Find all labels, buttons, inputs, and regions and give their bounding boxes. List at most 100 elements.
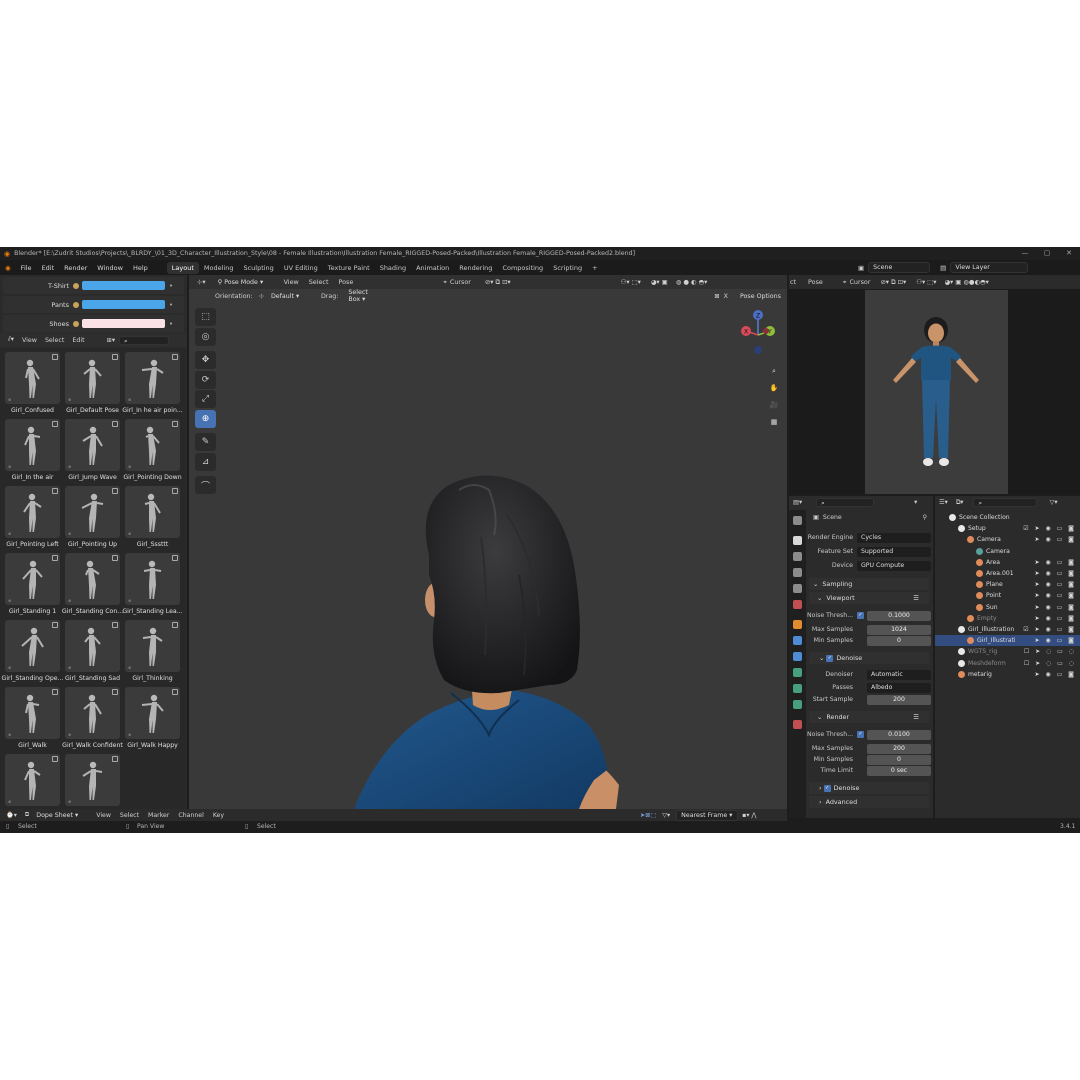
- denoiser-select[interactable]: Automatic: [867, 669, 931, 680]
- visibility-toggle-icons[interactable]: ☐ ➤ ◌ ▭ ◌: [1024, 648, 1076, 655]
- outliner-row[interactable]: Plane ➤ ◉ ▭ ◙: [935, 579, 1080, 590]
- snap-selector[interactable]: Nearest Frame ▾: [676, 809, 739, 821]
- display-mode-icon[interactable]: ⧉▾: [956, 499, 964, 507]
- filter-icon[interactable]: ▽▾: [1049, 499, 1057, 506]
- tab-compositing[interactable]: Compositing: [497, 262, 548, 274]
- blender-menu-icon[interactable]: ◉: [0, 264, 16, 272]
- asset-edit-icon[interactable]: [112, 354, 118, 360]
- visibility-toggle-icons[interactable]: ➤ ◉ ▭ ◙: [1035, 637, 1076, 644]
- tab-uv-editing[interactable]: UV Editing: [279, 262, 323, 274]
- outliner-row[interactable]: Camera: [935, 546, 1080, 557]
- list-icon[interactable]: ☰: [913, 594, 919, 602]
- asset-edit-icon[interactable]: [112, 622, 118, 628]
- r-min-field[interactable]: 0: [867, 754, 931, 765]
- x-mirror-button[interactable]: X: [724, 293, 728, 300]
- keyframe-dot-icon[interactable]: [73, 301, 79, 308]
- keyframe-dot-icon[interactable]: •: [169, 320, 173, 328]
- constraints-tab-icon[interactable]: [793, 684, 802, 693]
- preview-menu-pose[interactable]: Pose: [808, 278, 823, 286]
- viewport-menu-pose[interactable]: Pose: [338, 278, 353, 286]
- menu-render[interactable]: Render: [59, 264, 92, 272]
- viewport-menu-select[interactable]: Select: [309, 278, 329, 286]
- preview-mode-label[interactable]: ct: [790, 278, 796, 286]
- keyframe-dot-icon[interactable]: [73, 320, 79, 327]
- asset-edit-icon[interactable]: [112, 689, 118, 695]
- tab-modeling[interactable]: Modeling: [199, 262, 239, 274]
- passes-select[interactable]: Albedo: [867, 682, 931, 693]
- pivot-selector[interactable]: Cursor: [450, 278, 471, 286]
- dopesheet-menu-view[interactable]: View: [96, 812, 111, 819]
- pose-asset-thumbnail[interactable]: ⊕ Girl_Pointing Up: [65, 486, 120, 548]
- drag-selector[interactable]: Select Box ▾: [344, 288, 384, 304]
- pose-asset-thumbnail[interactable]: ⊕ Girl_Standing 1: [5, 553, 60, 615]
- tab-shading[interactable]: Shading: [375, 262, 411, 274]
- asset-edit-icon[interactable]: [52, 555, 58, 561]
- dopesheet-menu-channel[interactable]: Channel: [178, 812, 203, 819]
- dopesheet-menu-select[interactable]: Select: [120, 812, 139, 819]
- asset-edit-icon[interactable]: [52, 421, 58, 427]
- editor-type-icon[interactable]: ☰▾: [939, 499, 948, 506]
- tshirt-color-swatch[interactable]: [82, 281, 165, 290]
- pose-asset-thumbnail[interactable]: ⊕ Girl_Thinking: [125, 620, 180, 682]
- keyframe-dot-icon[interactable]: •: [169, 301, 173, 309]
- visibility-toggle-icons[interactable]: ☑ ➤ ◉ ▭ ◙: [1023, 525, 1076, 532]
- pose-asset-thumbnail[interactable]: ⊕ Girl_Standing Con...: [62, 553, 123, 615]
- pan-hand-icon[interactable]: ✋: [767, 381, 781, 395]
- visibility-toggle-icons[interactable]: ➤ ◉ ▭ ◙: [1035, 536, 1076, 543]
- tab-texture-paint[interactable]: Texture Paint: [323, 262, 375, 274]
- time-limit-field[interactable]: 0 sec: [867, 765, 931, 776]
- render-tab-icon[interactable]: [793, 536, 802, 545]
- r-noise-field[interactable]: 0.0100: [867, 729, 931, 740]
- view-layer-selector[interactable]: View Layer: [950, 262, 1029, 273]
- select-box-tool[interactable]: ⬚: [195, 308, 216, 326]
- outliner-row[interactable]: Area.001 ➤ ◉ ▭ ◙: [935, 568, 1080, 579]
- outliner-row[interactable]: Meshdeform ☐ ➤ ◌ ▭ ◌: [935, 658, 1080, 669]
- tab-scripting[interactable]: Scripting: [548, 262, 587, 274]
- filter-icon[interactable]: ▽▾: [662, 812, 670, 819]
- outliner-row[interactable]: WGTS_rig ☐ ➤ ◌ ▭ ◌: [935, 646, 1080, 657]
- render-engine-select[interactable]: Cycles: [857, 532, 931, 543]
- asset-edit-icon[interactable]: [112, 756, 118, 762]
- feature-set-select[interactable]: Supported: [857, 546, 931, 557]
- outliner-row[interactable]: Camera ➤ ◉ ▭ ◙: [935, 534, 1080, 545]
- asset-search-input[interactable]: ⌕: [119, 335, 170, 345]
- pose-asset-thumbnail[interactable]: ⊕ Girl_In the air: [5, 419, 60, 481]
- asset-edit-icon[interactable]: [172, 622, 178, 628]
- gizmo-toggle-icon[interactable]: ⚇▾ ⬚▾: [916, 278, 936, 286]
- outliner-row[interactable]: Point ➤ ◉ ▭ ◙: [935, 590, 1080, 601]
- pivot-icon[interactable]: ⌖: [843, 278, 847, 287]
- pose-asset-thumbnail[interactable]: ⊕ Girl_Pointing Left: [5, 486, 60, 548]
- tab-sculpting[interactable]: Sculpting: [238, 262, 278, 274]
- dopesheet-menu-key[interactable]: Key: [213, 812, 224, 819]
- keyframe-dot-icon[interactable]: •: [169, 282, 173, 290]
- asset-edit-icon[interactable]: [172, 555, 178, 561]
- visibility-toggle-icons[interactable]: ☐ ➤ ◌ ▭ ◌: [1024, 660, 1076, 667]
- pose-asset-thumbnail[interactable]: ⊕: [5, 754, 60, 814]
- add-workspace-button[interactable]: +: [587, 262, 602, 274]
- outliner-row[interactable]: Scene Collection: [935, 512, 1080, 523]
- tab-rendering[interactable]: Rendering: [454, 262, 497, 274]
- tab-layout[interactable]: Layout: [166, 261, 199, 274]
- menu-help[interactable]: Help: [128, 264, 153, 272]
- viewport-subpanel-header[interactable]: ⌄ Viewport ☰: [809, 592, 929, 604]
- outliner-row[interactable]: metarig ➤ ◉ ▭ ◙: [935, 669, 1080, 680]
- visibility-toggle-icons[interactable]: ➤ ◉ ▭ ◙: [1035, 615, 1076, 622]
- asset-edit-icon[interactable]: [112, 421, 118, 427]
- pose-asset-thumbnail[interactable]: ⊕: [65, 754, 120, 814]
- view-layer-tab-icon[interactable]: [793, 568, 802, 577]
- start-sample-field[interactable]: 200: [867, 694, 931, 705]
- asset-edit-icon[interactable]: [52, 756, 58, 762]
- asset-edit-icon[interactable]: [52, 488, 58, 494]
- list-icon[interactable]: ☰: [913, 713, 919, 721]
- pivot-icon[interactable]: ⌖: [443, 278, 447, 287]
- pose-asset-thumbnail[interactable]: ⊕ Girl_In he air poin...: [122, 352, 183, 414]
- measure-tool[interactable]: ⊿: [195, 453, 216, 471]
- asset-edit-icon[interactable]: [52, 689, 58, 695]
- visibility-toggle-icons[interactable]: ➤ ◉ ▭ ◙: [1035, 671, 1076, 678]
- scale-tool[interactable]: ⤢: [195, 390, 216, 408]
- vp-noise-field[interactable]: 0.1000: [867, 610, 931, 621]
- transform-tool[interactable]: ⊕: [195, 410, 216, 428]
- visibility-toggle-icons[interactable]: ➤ ◉ ▭ ◙: [1035, 604, 1076, 611]
- select-mode-icons[interactable]: ➤⊠⬚: [640, 812, 656, 819]
- scene-tab-icon[interactable]: [793, 584, 802, 593]
